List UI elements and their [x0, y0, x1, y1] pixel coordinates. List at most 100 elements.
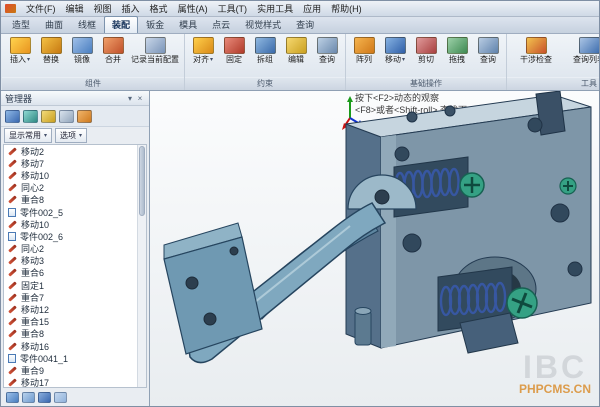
query-ops-button[interactable]: 查询 [473, 36, 503, 77]
tree-item[interactable]: 重合9 [4, 364, 137, 376]
edit-constraint-button[interactable]: 编辑 [281, 36, 311, 77]
menu-utilities[interactable]: 实用工具 [252, 2, 298, 15]
panel-dropdown-icon[interactable]: ▾ [125, 94, 135, 103]
query-constraint-button[interactable]: 查询 [312, 36, 342, 77]
tree-item[interactable]: 移动16 [4, 340, 137, 352]
tab-mold[interactable]: 模具 [172, 17, 204, 33]
assembly-tree: 移动2 移动7 移动10 同心2 重合8 零件002_5 移动10 零件002_… [3, 144, 147, 388]
tab-pointcloud[interactable]: 点云 [205, 17, 237, 33]
fix-label: 固定 [226, 56, 242, 64]
menu-edit[interactable]: 编辑 [61, 2, 89, 15]
tree-item[interactable]: 重合7 [4, 291, 137, 303]
cylinder-icon[interactable] [23, 110, 38, 123]
pattern-icon [354, 37, 375, 54]
ribbon-tab-bar: 造型 曲面 线框 装配 钣金 模具 点云 视觉样式 查询 [1, 17, 599, 34]
record-config-button[interactable]: 记录当前配置 [129, 36, 181, 77]
tree-item[interactable]: 移动10 [4, 169, 137, 181]
part-icon [8, 208, 16, 217]
tab-query[interactable]: 查询 [289, 17, 321, 33]
panel-close-icon[interactable]: × [135, 94, 145, 103]
tree-item[interactable]: 重合8 [4, 328, 137, 340]
layers-icon[interactable] [6, 392, 19, 403]
tree-item-label: 同心2 [21, 242, 44, 255]
viewport-3d[interactable]: 按下<F2>动态的观察 <F8>或者<Shift-roll> 查找下一个有效的过… [150, 91, 599, 406]
scrollbar-thumb[interactable] [139, 146, 145, 216]
menu-tools[interactable]: 工具(T) [213, 2, 253, 15]
cut-button[interactable]: 剪切 [411, 36, 441, 77]
ribbon-group-tools: 干涉检查 查询列表 新建动画 工具 [507, 34, 600, 90]
options-dropdown[interactable]: 选项 ▾ [55, 128, 87, 143]
tree-item[interactable]: 零件002_6 [4, 230, 137, 242]
fix-icon [224, 37, 245, 54]
replace-button[interactable]: 替换 [36, 36, 66, 77]
filter-dropdown[interactable]: 显示常用 ▾ [4, 128, 52, 143]
query-list-button[interactable]: 查询列表 [563, 36, 600, 77]
tree-item-label: 移动17 [21, 376, 49, 387]
ribbon-group-constraints: 对齐▾ 固定 拆组 编辑 查询 约束 [185, 34, 346, 90]
menu-help[interactable]: 帮助(H) [326, 2, 367, 15]
tree-item[interactable]: 零件0041_1 [4, 352, 137, 364]
sheet-icon[interactable] [59, 110, 74, 123]
constraint-icon [8, 342, 17, 351]
tree-scrollbar[interactable] [137, 145, 146, 387]
merge-button[interactable]: 合并 [98, 36, 128, 77]
tree-item[interactable]: 重合15 [4, 316, 137, 328]
tab-assembly[interactable]: 装配 [104, 16, 138, 33]
tree-item[interactable]: 移动10 [4, 218, 137, 230]
tree-item[interactable]: 移动7 [4, 157, 137, 169]
menu-file[interactable]: 文件(F) [21, 2, 61, 15]
tree-item[interactable]: 移动17 [4, 377, 137, 387]
assembly-cube-icon[interactable] [5, 110, 20, 123]
tree-item[interactable]: 同心2 [4, 182, 137, 194]
constraint-icon [8, 244, 17, 253]
tree-item[interactable]: 重合6 [4, 267, 137, 279]
tree-item-label: 移动2 [21, 145, 44, 158]
ribbon-group-components: 插入▾ 替换 镜像 合并 记录当前配置 组件 [2, 34, 185, 90]
group-title-components: 组件 [2, 77, 184, 90]
menu-insert[interactable]: 插入 [117, 2, 145, 15]
tree-item-label: 零件0041_1 [20, 352, 68, 365]
tab-visual-style[interactable]: 视觉样式 [238, 17, 288, 33]
tree-item[interactable]: 移动2 [4, 145, 137, 157]
constraint-icon [8, 171, 17, 180]
mirror-button[interactable]: 镜像 [67, 36, 97, 77]
fix-button[interactable]: 固定 [219, 36, 249, 77]
drag-icon [447, 37, 468, 54]
display-icon[interactable] [38, 392, 51, 403]
group-title-basic-ops: 基础操作 [346, 77, 506, 90]
tree-item[interactable]: 固定1 [4, 279, 137, 291]
tab-shape[interactable]: 造型 [5, 17, 37, 33]
settings-icon[interactable] [54, 392, 67, 403]
tab-surface[interactable]: 曲面 [38, 17, 70, 33]
menu-view[interactable]: 视图 [89, 2, 117, 15]
detach-button[interactable]: 拆组 [250, 36, 280, 77]
glasses-icon[interactable] [41, 110, 56, 123]
align-label: 对齐 [193, 56, 209, 64]
interference-check-button[interactable]: 干涉检查 [510, 36, 562, 77]
insert-button[interactable]: 插入▾ [5, 36, 35, 77]
insert-icon [10, 37, 31, 54]
constraint-icon [8, 183, 17, 192]
table-icon[interactable] [22, 392, 35, 403]
move-button[interactable]: 移动▾ [380, 36, 410, 77]
tree-item[interactable]: 同心2 [4, 243, 137, 255]
tab-wireframe[interactable]: 线框 [71, 17, 103, 33]
gear-icon[interactable] [77, 110, 92, 123]
assembly-model[interactable] [150, 91, 599, 406]
menu-attributes[interactable]: 属性(A) [173, 2, 213, 15]
query-list-label: 查询列表 [573, 56, 600, 64]
tree-item[interactable]: 移动12 [4, 303, 137, 315]
tree-item[interactable]: 移动3 [4, 255, 137, 267]
align-button[interactable]: 对齐▾ [188, 36, 218, 77]
tab-sheetmetal[interactable]: 钣金 [139, 17, 171, 33]
pattern-button[interactable]: 阵列 [349, 36, 379, 77]
merge-label: 合并 [105, 56, 121, 64]
menu-format[interactable]: 格式 [145, 2, 173, 15]
constraint-icon [8, 220, 17, 229]
manager-panel-header: 管理器 ▾ × [1, 91, 149, 106]
menu-apps[interactable]: 应用 [298, 2, 326, 15]
tree-item-label: 重合9 [21, 364, 44, 377]
tree-item[interactable]: 重合8 [4, 194, 137, 206]
drag-button[interactable]: 拖拽 [442, 36, 472, 77]
tree-item[interactable]: 零件002_5 [4, 206, 137, 218]
